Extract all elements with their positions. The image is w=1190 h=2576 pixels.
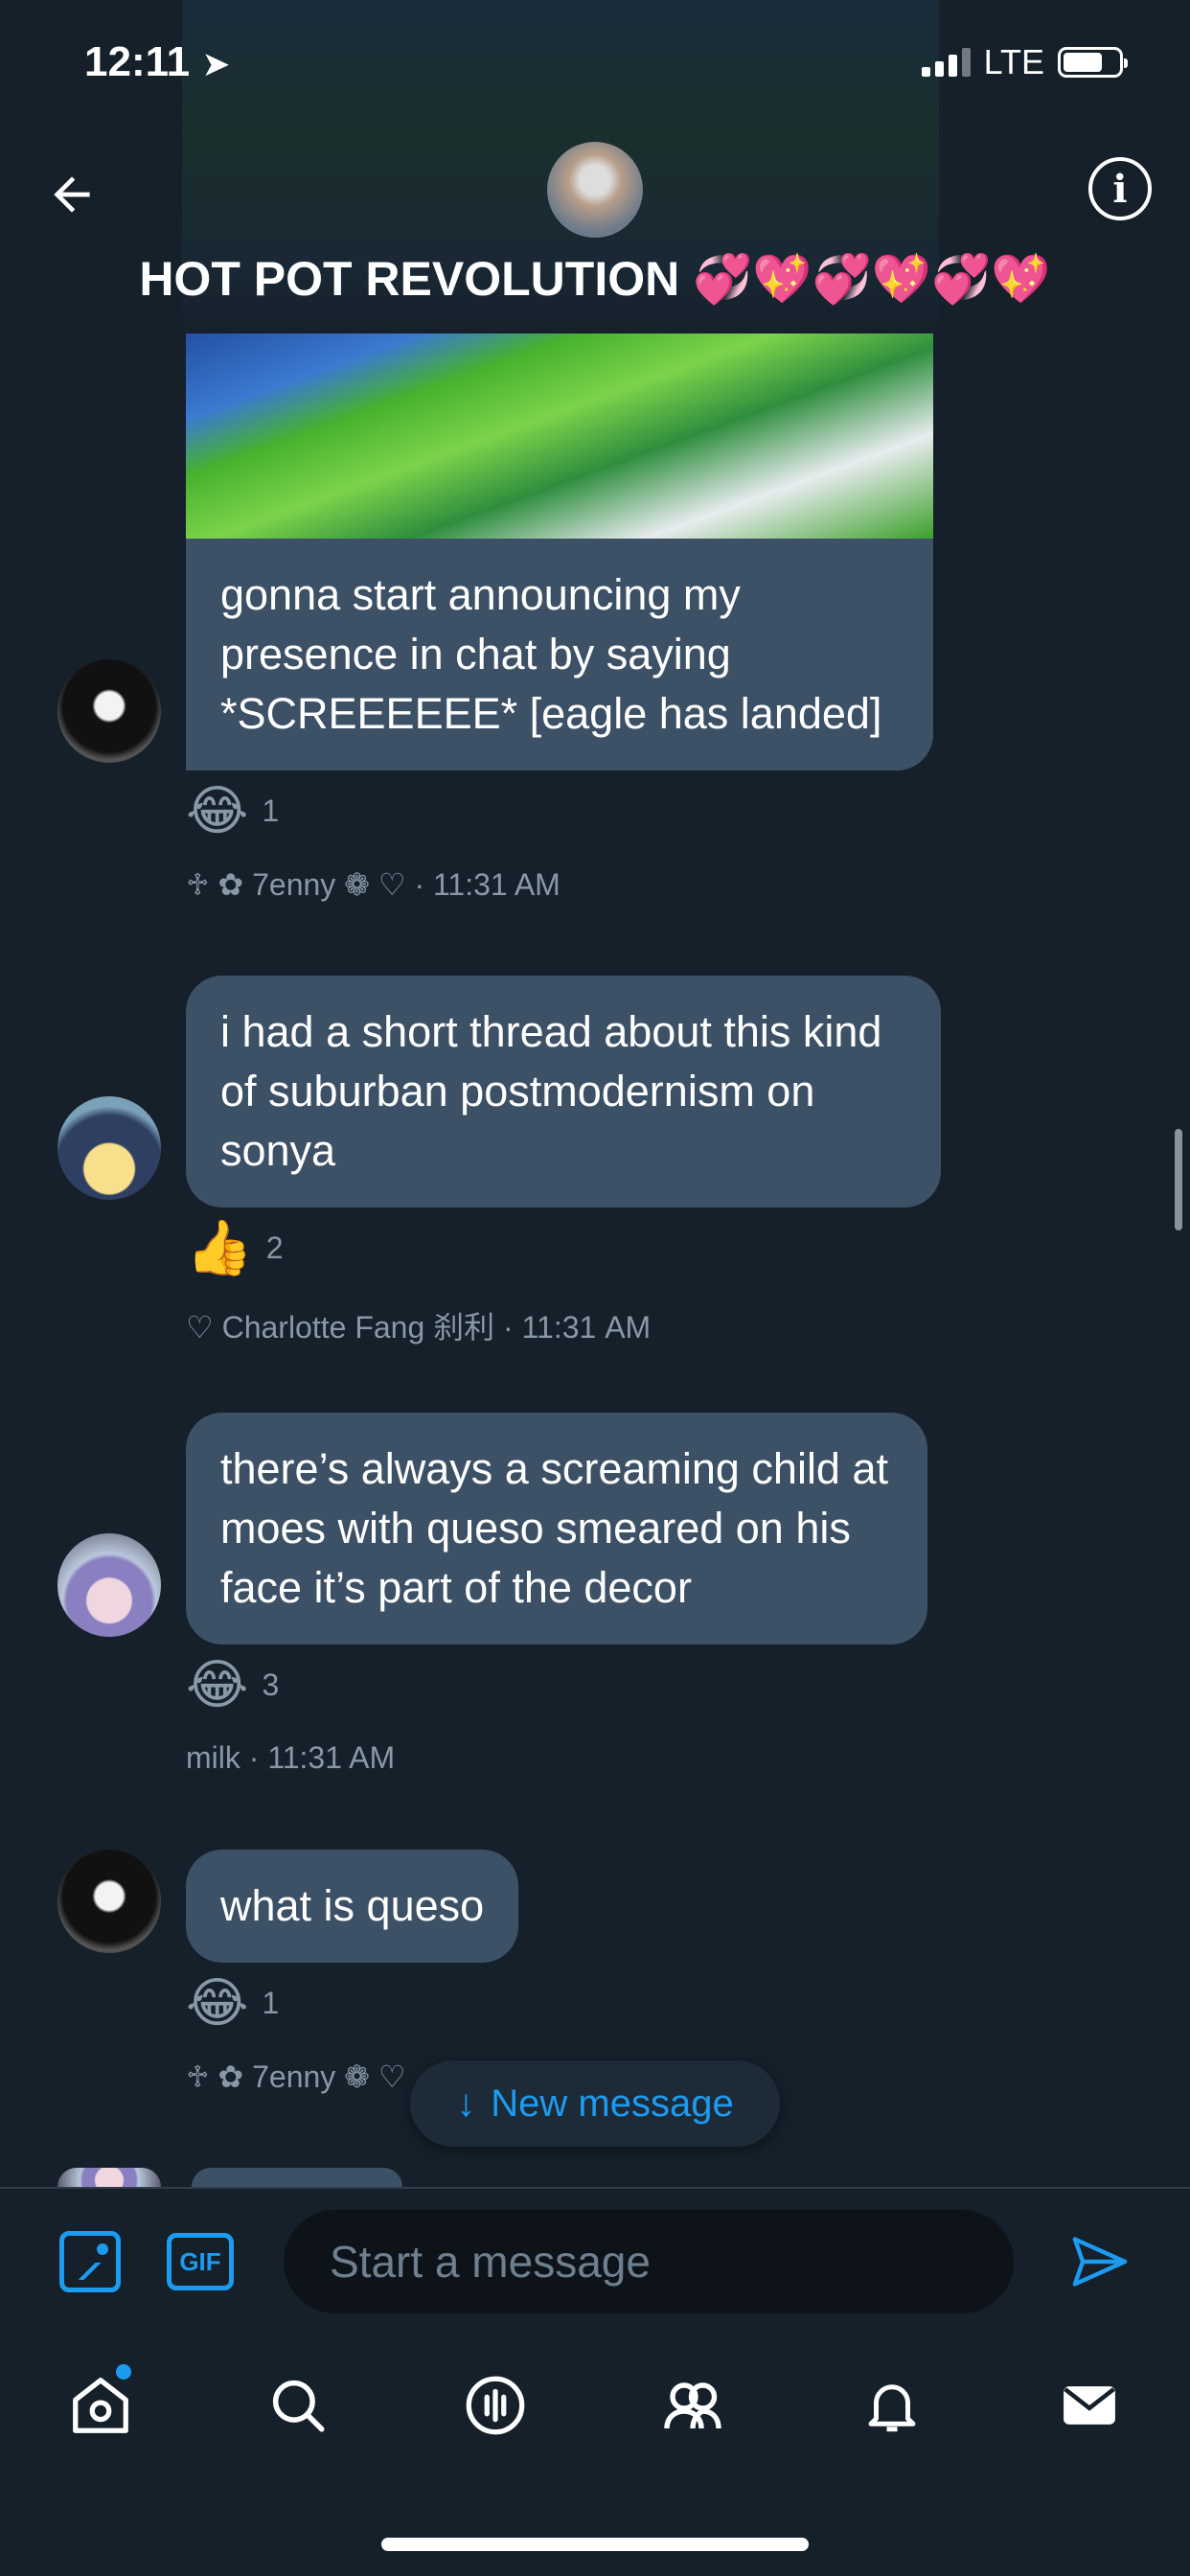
tab-spaces[interactable] bbox=[443, 2367, 548, 2444]
avatar[interactable] bbox=[57, 1533, 161, 1637]
gif-icon: GIF bbox=[179, 2246, 221, 2276]
gif-button[interactable]: GIF bbox=[167, 2233, 234, 2290]
message-time: · 11:31 AM bbox=[414, 867, 561, 902]
new-message-label: New message bbox=[491, 2082, 734, 2125]
message-meta: ♡ Charlotte Fang 刹利 · 11:31 AM bbox=[186, 1303, 651, 1347]
message-bubble[interactable]: what is queso bbox=[186, 1850, 519, 1963]
status-indicators: LTE bbox=[921, 42, 1128, 82]
reaction-count: 3 bbox=[262, 1667, 280, 1702]
tab-search[interactable] bbox=[245, 2367, 351, 2444]
group-avatar[interactable] bbox=[547, 142, 643, 238]
reaction-emoji: 😂 bbox=[186, 780, 249, 840]
sender-name: milk bbox=[186, 1740, 240, 1775]
message-meta: ♱ ✿ 7enny ❁ ♡ · 11:31 AM bbox=[186, 866, 561, 903]
conversation-title: HOT POT REVOLUTION 💞💖💞💖💞💖 bbox=[139, 252, 1051, 306]
spaces-icon bbox=[466, 2376, 525, 2435]
image-icon-sun bbox=[97, 2243, 108, 2255]
reaction[interactable]: 😂 1 bbox=[186, 782, 279, 840]
new-message-button[interactable]: ↓ New message bbox=[410, 2060, 780, 2147]
arrow-down-icon: ↓ bbox=[456, 2082, 476, 2125]
message-time: · 11:31 AM bbox=[503, 1310, 652, 1345]
sender-name: ♡ Charlotte Fang 刹利 bbox=[186, 1310, 495, 1345]
battery-icon bbox=[1058, 47, 1128, 78]
tab-communities[interactable] bbox=[640, 2367, 745, 2444]
avatar[interactable] bbox=[57, 659, 161, 763]
message-bubble[interactable]: i had a short thread about this kind of … bbox=[186, 976, 941, 1208]
reaction[interactable]: 👍 2 bbox=[186, 1219, 284, 1276]
avatar[interactable] bbox=[57, 2168, 161, 2187]
sender-name: ♱ ✿ 7enny ❁ ♡ bbox=[186, 867, 406, 902]
reaction[interactable]: 😂 3 bbox=[186, 1656, 279, 1714]
image-icon[interactable] bbox=[59, 2231, 121, 2292]
messages-icon bbox=[1064, 2386, 1115, 2425]
reaction-emoji: 😂 bbox=[186, 1972, 249, 2033]
notification-dot bbox=[113, 2361, 134, 2382]
message-media-image[interactable] bbox=[186, 334, 933, 539]
search-icon bbox=[272, 2380, 325, 2432]
home-indicator[interactable] bbox=[381, 2538, 809, 2551]
reaction-emoji: 😂 bbox=[186, 1654, 249, 1714]
message-time: · 11:31 AM bbox=[248, 1740, 396, 1775]
communities-icon bbox=[664, 2382, 721, 2429]
message-input-placeholder: Start a message bbox=[330, 2237, 651, 2287]
status-time: 12:11 ➤ bbox=[84, 38, 231, 86]
reaction-count: 1 bbox=[262, 793, 280, 828]
message-bubble[interactable]: gonna start announcing my presence in ch… bbox=[186, 539, 933, 770]
scrollbar[interactable] bbox=[1175, 1129, 1182, 1230]
tab-notifications[interactable] bbox=[839, 2367, 945, 2444]
message-meta: ♱ ✿ 7enny ❁ ♡ bbox=[186, 2058, 406, 2095]
reaction[interactable]: 😂 1 bbox=[186, 1974, 279, 2032]
info-icon: i bbox=[1112, 166, 1128, 212]
info-button[interactable]: i bbox=[1088, 157, 1152, 220]
message-meta: milk · 11:31 AM bbox=[186, 1740, 395, 1776]
network-label: LTE bbox=[983, 42, 1044, 81]
tab-home[interactable] bbox=[48, 2367, 153, 2444]
notifications-icon bbox=[868, 2384, 916, 2432]
signal-icon bbox=[921, 48, 971, 77]
send-button[interactable] bbox=[1064, 2225, 1136, 2298]
status-time-text: 12:11 bbox=[84, 38, 191, 85]
send-icon bbox=[1072, 2237, 1128, 2287]
reaction-count: 1 bbox=[262, 1985, 280, 2020]
back-button[interactable] bbox=[38, 161, 105, 228]
back-arrow-icon bbox=[54, 176, 90, 213]
location-arrow-icon: ➤ bbox=[201, 44, 231, 83]
sender-name: ♱ ✿ 7enny ❁ ♡ bbox=[186, 2059, 406, 2094]
message-input[interactable]: Start a message bbox=[284, 2210, 1014, 2313]
message-bubble-partial[interactable] bbox=[192, 2168, 402, 2187]
reaction-emoji: 👍 bbox=[186, 1217, 253, 1277]
avatar[interactable] bbox=[57, 1096, 161, 1200]
message-bubble[interactable]: there’s always a screaming child at moes… bbox=[186, 1413, 927, 1644]
avatar[interactable] bbox=[57, 1850, 161, 1953]
reaction-count: 2 bbox=[265, 1230, 284, 1265]
tab-messages[interactable] bbox=[1037, 2367, 1142, 2444]
